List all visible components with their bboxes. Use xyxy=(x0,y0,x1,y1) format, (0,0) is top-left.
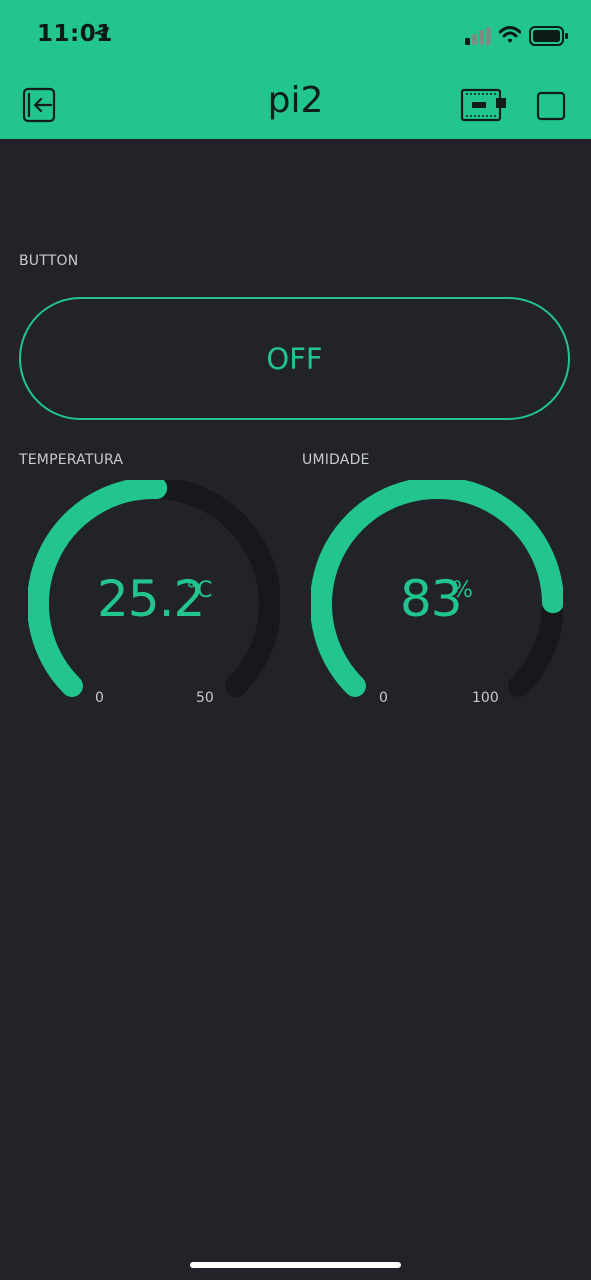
device-icon[interactable] xyxy=(460,88,508,122)
gauge-label-temperatura: TEMPERATURA xyxy=(19,452,124,468)
temperature-min: 0 xyxy=(95,690,104,706)
app-header: 11:01 pi2 xyxy=(0,0,591,139)
toggle-button[interactable]: OFF xyxy=(19,297,570,420)
wifi-icon xyxy=(499,26,521,43)
location-arrow-icon xyxy=(95,27,109,41)
cellular-signal-icon xyxy=(465,27,491,45)
stop-icon[interactable] xyxy=(536,91,566,121)
humidity-max: 100 xyxy=(472,690,499,706)
gauge-label-umidade: UMIDADE xyxy=(302,452,370,468)
toggle-button-state: OFF xyxy=(266,341,323,376)
temperature-unit: °C xyxy=(186,578,213,603)
button-widget-label: BUTTON xyxy=(19,253,79,269)
battery-icon xyxy=(529,26,568,46)
humidity-min: 0 xyxy=(379,690,388,706)
temperature-max: 50 xyxy=(196,690,214,706)
humidity-unit: % xyxy=(452,578,473,603)
home-indicator[interactable] xyxy=(190,1262,401,1268)
